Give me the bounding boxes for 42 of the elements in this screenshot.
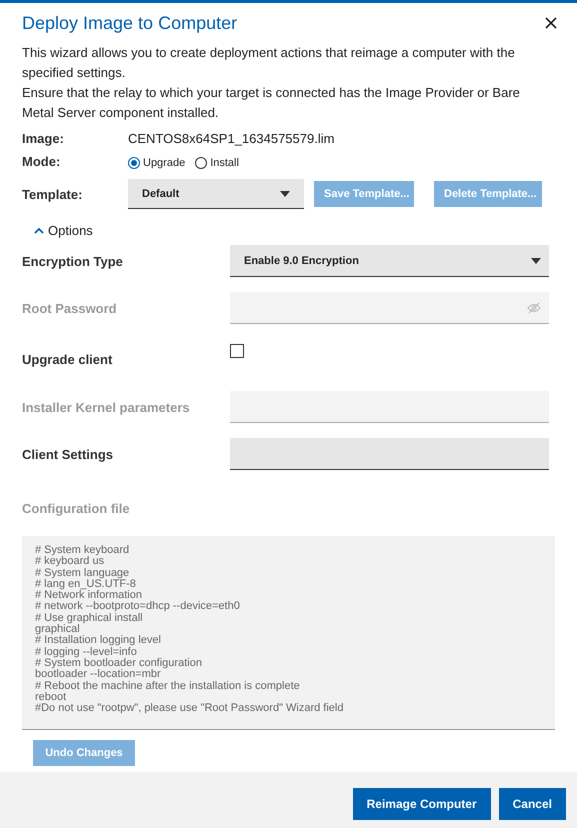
radio-option[interactable]: Install (195, 157, 239, 169)
config-line: # keyboard us (35, 556, 104, 568)
field-label: Image: (22, 131, 65, 146)
config-line: # Installation logging level (35, 635, 162, 647)
text-field[interactable] (230, 438, 549, 470)
config-line: # network --bootproto=dhcp --device=eth0 (35, 601, 241, 613)
field-label: Encryption Type (22, 254, 124, 268)
template-select[interactable]: Default (128, 179, 304, 209)
config-line: # System bootloader configuration (35, 658, 203, 669)
chevron-icon (34, 227, 44, 234)
config-line: bootloader --location=mbr (35, 669, 161, 681)
config-line: graphical (35, 624, 80, 636)
field-label: Upgrade client (22, 351, 114, 367)
description-text: This wizard allows you to create deployment actions that reimage a computer with the specified settings. (22, 44, 516, 82)
field-label: Installer Kernel parameters (22, 400, 191, 414)
footer-button[interactable]: Cancel (498, 788, 566, 820)
config-line: # Use graphical install (35, 612, 144, 624)
config-line: # Network information (35, 590, 142, 602)
radio-option[interactable]: Upgrade (128, 157, 186, 169)
config-line: reboot (35, 692, 68, 703)
config-line: # Reboot the machine after the installation is complete (35, 680, 301, 692)
options-toggle[interactable]: Options (34, 223, 93, 238)
config-line: # System keyboard (35, 545, 130, 556)
field-label: Mode: (22, 154, 62, 169)
field-label: Configuration file (22, 501, 130, 516)
encryption-select[interactable]: Enable 9.0 Encryption (230, 245, 549, 277)
field-label: Root Password (22, 300, 118, 316)
config-line: # lang en_US.UTF-8 (35, 578, 137, 590)
checkbox[interactable] (230, 344, 244, 358)
config-line: #Do not use "rootpw", please use "Root Password" Wizard field (35, 703, 344, 714)
caret-icon (280, 190, 290, 196)
close-icon[interactable] (545, 17, 557, 29)
caret-icon (531, 258, 541, 264)
config-line: # logging --level=info (35, 646, 138, 658)
field-label: Client Settings (22, 446, 114, 462)
config-line: # System language (35, 568, 130, 579)
field-label: Template: (22, 186, 84, 202)
description-text: Ensure that the relay to which your target is connected has the Image Provider or Bare Metal Server component installed. (22, 84, 521, 122)
hidden-eye-icon (527, 302, 541, 314)
image-name: CENTOS8x64SP1_1634575579.lim (128, 131, 334, 146)
dialog-title: Deploy Image to Computer (22, 12, 238, 34)
footer-button[interactable]: Reimage Computer (352, 788, 491, 820)
